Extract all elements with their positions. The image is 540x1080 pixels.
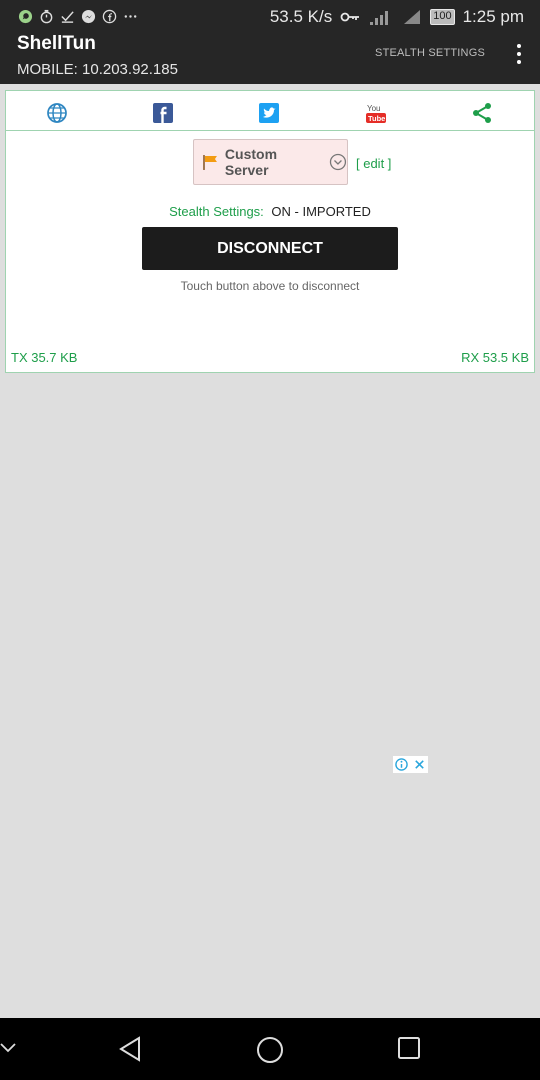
- facebook-icon: [102, 9, 117, 24]
- chevron-down-circle-icon: [329, 153, 347, 171]
- adchoices-icon[interactable]: [395, 758, 409, 771]
- close-icon[interactable]: [413, 758, 426, 771]
- timer-icon: [40, 9, 53, 24]
- tx-counter: TX 35.7 KB: [11, 350, 78, 365]
- svg-text:You: You: [367, 104, 381, 113]
- youtube-icon[interactable]: YouTube: [365, 102, 387, 124]
- home-icon[interactable]: [256, 1036, 284, 1064]
- connection-ip: MOBILE: 10.203.92.185: [17, 61, 178, 78]
- stealth-status: Stealth Settings: ON - IMPORTED: [6, 204, 534, 219]
- share-icon[interactable]: [471, 102, 493, 124]
- globe-icon[interactable]: [46, 102, 68, 124]
- disconnect-hint: Touch button above to disconnect: [180, 279, 360, 293]
- more-vert-icon[interactable]: [516, 44, 522, 64]
- svg-text:Tube: Tube: [368, 114, 385, 123]
- download-done-icon: [61, 11, 74, 23]
- facebook-icon[interactable]: [152, 102, 174, 124]
- collapse-icon[interactable]: [0, 1040, 20, 1056]
- app-title: ShellTun: [17, 33, 96, 54]
- vpn-key-icon: [340, 12, 360, 22]
- recents-icon[interactable]: [397, 1036, 421, 1060]
- signal-icon: [404, 10, 421, 24]
- network-speed: 53.5 K/s: [269, 7, 333, 26]
- twitter-icon[interactable]: [258, 102, 280, 124]
- social-links: You Tube: [6, 91, 534, 131]
- messenger-icon: [81, 9, 96, 24]
- connection-card: You Tube Custom Server [ edit ] Stealth S…: [5, 90, 535, 373]
- stealth-settings-button[interactable]: STEALTH SETTINGS: [375, 47, 485, 59]
- navigation-bar: [0, 1018, 540, 1080]
- battery-icon: 100: [430, 9, 455, 25]
- stealth-label: Stealth Settings:: [169, 204, 264, 219]
- server-label: Custom Server: [224, 146, 278, 178]
- top-bar: 53.5 K/s 100 1:25 pm ShellTun MOBILE: 10…: [0, 0, 540, 84]
- edit-server-link[interactable]: [ edit ]: [356, 156, 391, 171]
- flag-icon: [203, 155, 217, 170]
- signal-icon: [370, 11, 389, 25]
- whatsapp-icon: [18, 9, 33, 24]
- disconnect-button[interactable]: DISCONNECT: [142, 227, 398, 270]
- server-selector[interactable]: Custom Server: [193, 139, 348, 185]
- clock: 1:25 pm: [462, 7, 524, 26]
- ad-choices[interactable]: [393, 756, 428, 773]
- back-icon[interactable]: [117, 1036, 143, 1062]
- notification-icons: [18, 9, 138, 24]
- stealth-value: ON - IMPORTED: [271, 204, 371, 219]
- more-notifications-icon: [124, 15, 137, 18]
- status-indicators: 53.5 K/s 100 1:25 pm: [270, 7, 524, 27]
- rx-counter: RX 53.5 KB: [461, 350, 529, 365]
